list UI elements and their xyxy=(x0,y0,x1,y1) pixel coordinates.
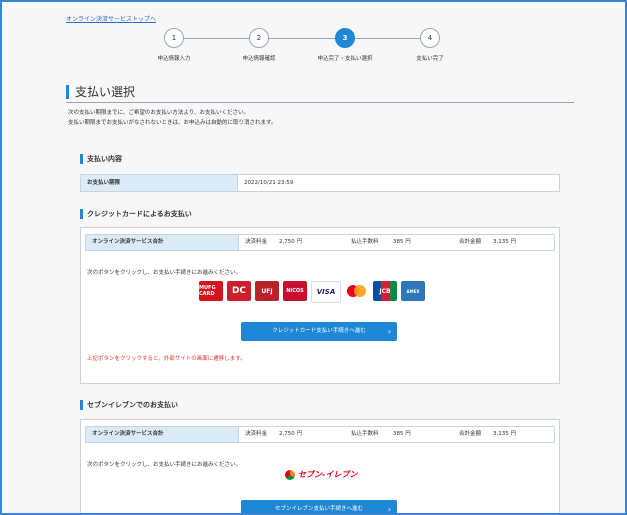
amount-row-label: オンライン決済サービス合計 xyxy=(86,235,239,250)
seven-eleven-pay-button[interactable]: セブンイレブン支払い手続きへ進む › xyxy=(241,500,397,514)
dc-card-logo-icon: DC xyxy=(227,281,251,301)
intro-line-1: 次の支払い期限までに、ご希望のお支払い方法より、お支払いください。 xyxy=(68,110,250,116)
amex-logo-icon: AMEX xyxy=(401,281,425,301)
chevron-right-icon: › xyxy=(387,327,391,336)
period-value: 2022/10/21 23:59 xyxy=(244,180,294,186)
step-3: 3 申込完了・支払い選択 xyxy=(303,28,387,62)
intro-text: 次の支払い期限までに、ご希望のお支払い方法より、お支払いください。 支払い期限ま… xyxy=(68,108,276,128)
transfer-fee-value: 385 円 xyxy=(393,239,411,245)
payment-period-table: お支払い期限 2022/10/21 23:59 xyxy=(80,174,560,192)
total-label: 合計金額 xyxy=(459,239,482,245)
step-1: 1 申込情報入力 xyxy=(132,28,216,62)
page-title: 支払い選択 xyxy=(66,85,585,99)
credit-card-payment-box: オンライン決済サービス合計 決済料金 2,750 円 払込手数料 385 円 合… xyxy=(80,227,560,384)
step-label: 支払い完了 xyxy=(416,56,444,62)
mufg-card-logo-icon: MUFG CARD xyxy=(199,281,223,301)
title-divider xyxy=(66,102,574,103)
fee-value: 2,750 円 xyxy=(279,239,302,245)
intro-line-2: 支払い期限までお支払いがなされないときは、お申込みは自動的に取り消されます。 xyxy=(68,120,277,126)
seven-eleven-logo-text: セブン-イレブン xyxy=(298,470,358,479)
fee-label: 決済料金 xyxy=(245,239,268,245)
seven-amount-row: オンライン決済サービス合計 決済料金 2,750 円 払込手数料 385 円 合… xyxy=(85,426,555,443)
step-label: 申込情報入力 xyxy=(157,56,191,62)
step-label: 申込完了・支払い選択 xyxy=(317,56,373,62)
payment-details-heading: 支払い内容 xyxy=(80,154,122,164)
period-label: お支払い期限 xyxy=(81,175,238,191)
seven-instruction: 次のボタンをクリックし、お支払い手続きにお進みください。 xyxy=(87,462,242,468)
transfer-fee-label: 払込手数料 xyxy=(351,431,379,437)
total-label: 合計金額 xyxy=(459,431,482,437)
transfer-fee-value: 385 円 xyxy=(393,431,411,437)
fee-value: 2,750 円 xyxy=(279,431,302,437)
external-site-warning: 上記ボタンをクリックすると、外部サイトの画面に遷移します。 xyxy=(87,356,246,362)
total-value: 3,135 円 xyxy=(493,431,516,437)
credit-card-pay-button[interactable]: クレジットカード支払い手続きへ進む › xyxy=(241,322,397,341)
total-value: 3,135 円 xyxy=(493,239,516,245)
button-label: セブンイレブン支払い手続きへ進む xyxy=(274,506,363,512)
step-number: 4 xyxy=(420,28,440,48)
seven-eleven-logo: セブン-イレブン xyxy=(285,469,357,480)
seven-eleven-heading: セブンイレブンでのお支払い xyxy=(80,400,178,410)
credit-amount-row: オンライン決済サービス合計 決済料金 2,750 円 払込手数料 385 円 合… xyxy=(85,234,555,251)
transfer-fee-label: 払込手数料 xyxy=(351,239,379,245)
card-brand-logos: MUFG CARD DC UFJ NICOS VISA JCB AMEX xyxy=(199,281,425,303)
step-number: 3 xyxy=(335,28,355,48)
seven-eleven-payment-box: オンライン決済サービス合計 決済料金 2,750 円 払込手数料 385 円 合… xyxy=(80,419,560,514)
browser-frame: オンライン決済サービストップへ 1 申込情報入力 2 申込情報確認 3 申込完了… xyxy=(0,0,627,515)
button-label: クレジットカード支払い手続きへ進む xyxy=(272,328,366,334)
ufj-card-logo-icon: UFJ xyxy=(255,281,279,301)
credit-instruction: 次のボタンをクリックし、お支払い手続きにお進みください。 xyxy=(87,270,242,276)
jcb-logo-icon: JCB xyxy=(373,281,397,301)
nicos-card-logo-icon: NICOS xyxy=(283,281,307,301)
step-4: 4 支払い完了 xyxy=(388,28,472,62)
visa-logo-icon: VISA xyxy=(311,281,341,303)
chevron-right-icon: › xyxy=(387,505,391,514)
credit-card-heading: クレジットカードによるお支払い xyxy=(80,209,192,219)
progress-steps: 1 申込情報入力 2 申込情報確認 3 申込完了・支払い選択 4 支払い完了 xyxy=(132,28,472,62)
fee-label: 決済料金 xyxy=(245,431,268,437)
online-payment-top-link[interactable]: オンライン決済サービストップへ xyxy=(66,14,156,23)
mastercard-logo-icon xyxy=(345,281,369,301)
seven-eleven-mark-icon xyxy=(285,469,295,480)
step-number: 1 xyxy=(164,28,184,48)
step-number: 2 xyxy=(249,28,269,48)
step-2: 2 申込情報確認 xyxy=(217,28,301,62)
amount-row-label: オンライン決済サービス合計 xyxy=(86,427,239,442)
step-label: 申込情報確認 xyxy=(242,56,276,62)
